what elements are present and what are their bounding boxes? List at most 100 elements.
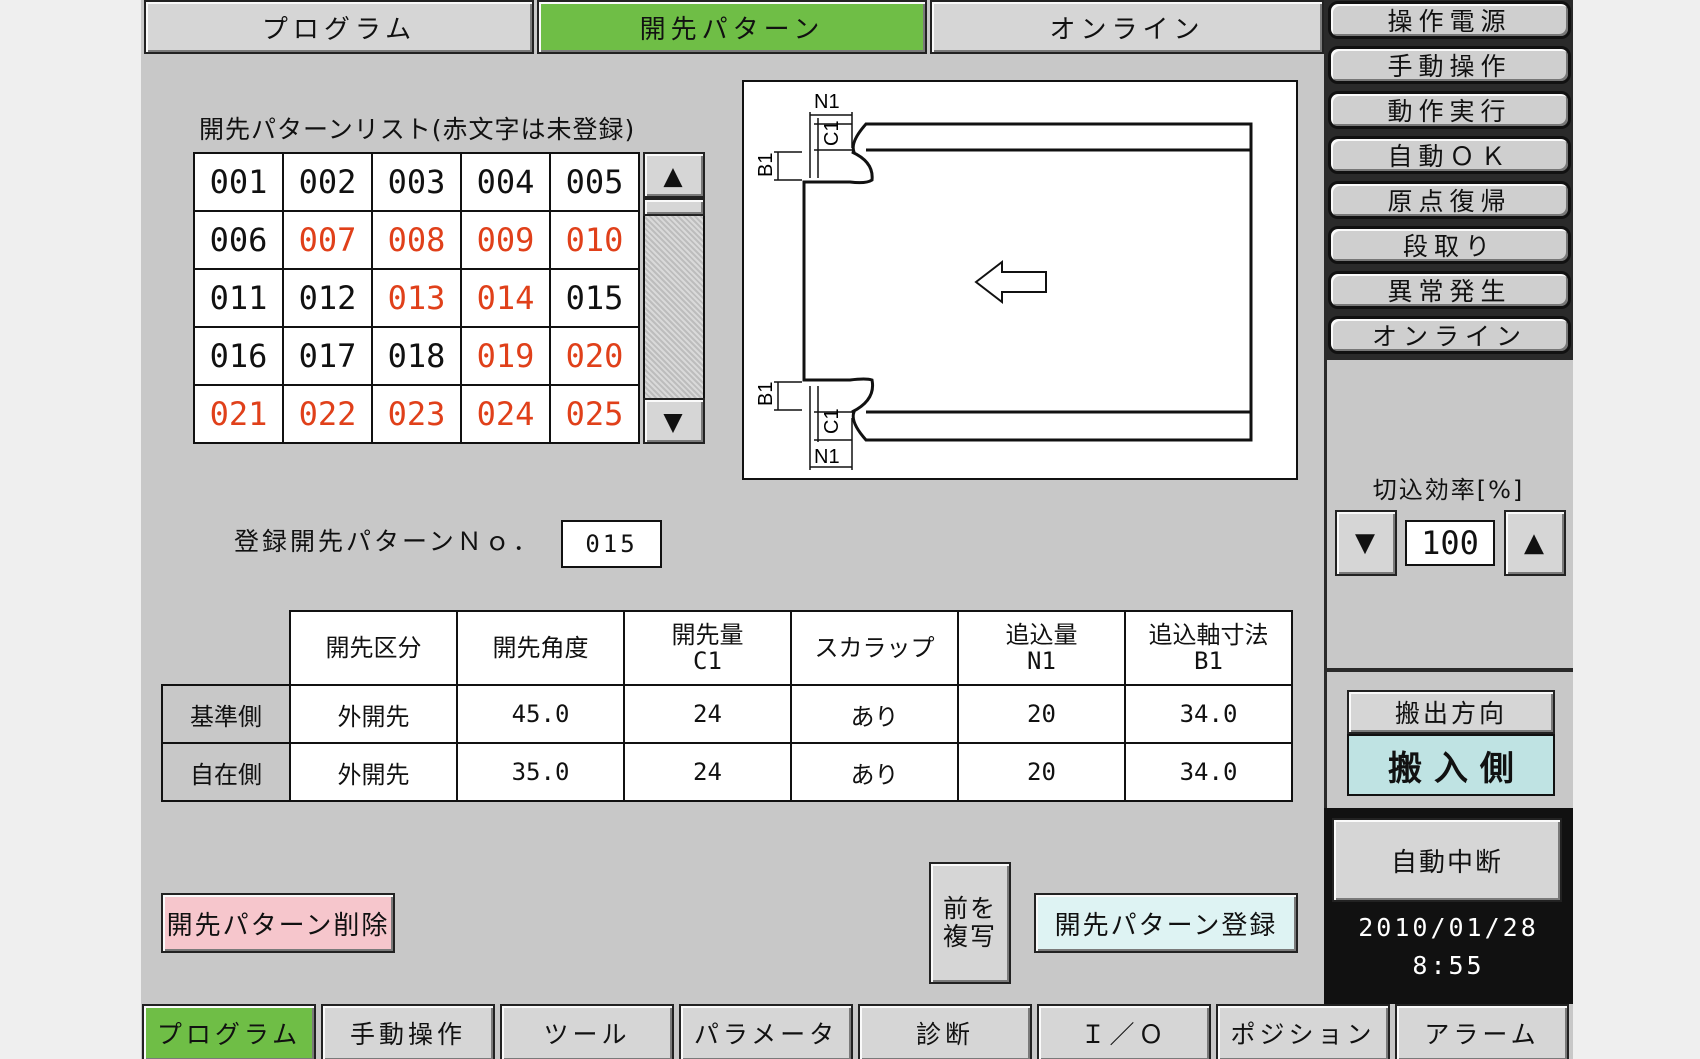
header-text: 開先角度	[492, 634, 589, 662]
status-auto-ok: 自動ＯＫ	[1328, 136, 1571, 174]
status-manual: 手動操作	[1328, 46, 1571, 84]
bottom-tab-alarm[interactable]: アラーム	[1395, 1004, 1569, 1059]
tab-groove-pattern[interactable]: 開先パターン	[537, 0, 927, 54]
triangle-down-icon: ▼	[663, 406, 685, 436]
status-online: オンライン	[1328, 316, 1571, 354]
bottom-tab-io[interactable]: Ｉ／Ｏ	[1037, 1004, 1211, 1059]
pattern-cell-023[interactable]: 023	[371, 384, 462, 444]
pattern-cell-005[interactable]: 005	[549, 152, 640, 212]
pattern-cell-003[interactable]: 003	[371, 152, 462, 212]
pattern-cell-010[interactable]: 010	[549, 210, 640, 270]
cell-push-amount[interactable]: 20	[957, 684, 1126, 744]
cell-groove-type[interactable]: 外開先	[289, 684, 458, 744]
cell-groove-amount[interactable]: 24	[623, 742, 792, 802]
delete-pattern-button[interactable]: 開先パターン削除	[161, 893, 395, 953]
status-origin: 原点復帰	[1328, 181, 1571, 219]
pattern-cell-008[interactable]: 008	[371, 210, 462, 270]
pattern-cell-014[interactable]: 014	[460, 268, 551, 328]
pattern-grid: 001 002 003 004 005 006 007 008 009 010 011 012 013 0…	[193, 152, 640, 444]
cut-efficiency-up-button[interactable]: ▲	[1504, 510, 1566, 576]
time-display: 8:55	[1412, 951, 1485, 980]
triangle-up-icon: ▲	[663, 160, 685, 190]
label-b1-bottom: B1	[755, 382, 777, 406]
pattern-cell-017[interactable]: 017	[282, 326, 373, 386]
registered-no-field[interactable]: 015	[561, 520, 662, 568]
direction-arrow-icon	[974, 259, 1047, 305]
pattern-cell-021[interactable]: 021	[193, 384, 284, 444]
header-subtext: C1	[693, 647, 722, 675]
pattern-cell-015[interactable]: 015	[549, 268, 640, 328]
triangle-up-icon: ▲	[1524, 528, 1546, 558]
auto-stop-button[interactable]: 自動中断	[1332, 818, 1562, 902]
cell-push-axis-size[interactable]: 34.0	[1124, 684, 1293, 744]
params-table: 開先区分 開先角度 開先量 C1 スカラップ 追込量 N1 追込軸寸法 B1 基準側 …	[161, 610, 1293, 802]
bottom-tab-diagnosis[interactable]: 診断	[858, 1004, 1032, 1059]
pattern-list-title: 開先パターンリスト(赤文字は未登録)	[199, 115, 636, 144]
pattern-cell-004[interactable]: 004	[460, 152, 551, 212]
register-pattern-button[interactable]: 開先パターン登録	[1034, 893, 1298, 953]
pattern-cell-024[interactable]: 024	[460, 384, 551, 444]
cut-efficiency-label: 切込効率[%]	[1372, 476, 1525, 504]
header-groove-type: 開先区分	[289, 610, 458, 686]
label-n1-bottom: N1	[814, 446, 840, 468]
cell-push-amount[interactable]: 20	[957, 742, 1126, 802]
pattern-cell-025[interactable]: 025	[549, 384, 640, 444]
pattern-row: 021 022 023 024 025	[193, 384, 640, 444]
header-push-axis-size: 追込軸寸法 B1	[1124, 610, 1293, 686]
label-n1-top: N1	[814, 91, 840, 113]
pattern-cell-002[interactable]: 002	[282, 152, 373, 212]
scroll-thumb[interactable]	[643, 198, 705, 216]
header-scallop: スカラップ	[790, 610, 959, 686]
header-push-amount: 追込量 N1	[957, 610, 1126, 686]
screen: プログラム 開先パターン オンライン 操作電源 手動操作 動作実行 自動ＯＫ 原…	[141, 0, 1573, 1059]
pattern-row: 001 002 003 004 005	[193, 152, 640, 212]
header-text: 開先量	[671, 621, 744, 649]
pattern-cell-009[interactable]: 009	[460, 210, 551, 270]
label-c1-bottom: C1	[821, 408, 843, 434]
status-power: 操作電源	[1328, 1, 1571, 39]
pattern-cell-001[interactable]: 001	[193, 152, 284, 212]
copy-button-line: 複写	[942, 922, 997, 951]
cell-groove-angle[interactable]: 45.0	[456, 684, 625, 744]
pattern-cell-019[interactable]: 019	[460, 326, 551, 386]
pattern-cell-012[interactable]: 012	[282, 268, 373, 328]
bottom-tab-parameter[interactable]: パラメータ	[679, 1004, 853, 1059]
header-groove-angle: 開先角度	[456, 610, 625, 686]
cell-groove-amount[interactable]: 24	[623, 684, 792, 744]
pattern-cell-018[interactable]: 018	[371, 326, 462, 386]
pattern-cell-020[interactable]: 020	[549, 326, 640, 386]
header-subtext: N1	[1027, 647, 1056, 675]
row-label-free: 自在側	[161, 742, 291, 802]
bottom-tab-tool[interactable]: ツール	[500, 1004, 674, 1059]
pattern-cell-007[interactable]: 007	[282, 210, 373, 270]
bottom-tab-position[interactable]: ポジション	[1216, 1004, 1390, 1059]
table-row: 自在側 外開先 35.0 24 あり 20 34.0	[161, 742, 1293, 802]
pattern-cell-006[interactable]: 006	[193, 210, 284, 270]
header-text: スカラップ	[814, 634, 935, 662]
bottom-tab-program[interactable]: プログラム	[142, 1004, 316, 1059]
cell-scallop[interactable]: あり	[790, 684, 959, 744]
date-display: 2010/01/28	[1358, 913, 1539, 942]
scroll-up-button[interactable]: ▲	[643, 152, 705, 198]
direction-toggle[interactable]: 搬 入 側	[1347, 734, 1555, 796]
cell-scallop[interactable]: あり	[790, 742, 959, 802]
pattern-row: 006 007 008 009 010	[193, 210, 640, 270]
cell-groove-type[interactable]: 外開先	[289, 742, 458, 802]
cell-push-axis-size[interactable]: 34.0	[1124, 742, 1293, 802]
tab-online[interactable]: オンライン	[930, 0, 1324, 54]
cut-efficiency-value[interactable]: 100	[1405, 520, 1495, 566]
cell-groove-angle[interactable]: 35.0	[456, 742, 625, 802]
bottom-tab-manual[interactable]: 手動操作	[321, 1004, 495, 1059]
status-running: 動作実行	[1328, 91, 1571, 129]
pattern-cell-022[interactable]: 022	[282, 384, 373, 444]
triangle-down-icon: ▼	[1355, 528, 1377, 558]
groove-diagram-svg: N1 C1 B1 B1 C1 N1	[755, 91, 1253, 470]
scroll-down-button[interactable]: ▼	[643, 398, 705, 444]
cut-efficiency-down-button[interactable]: ▼	[1335, 510, 1397, 576]
tab-program[interactable]: プログラム	[144, 0, 534, 54]
pattern-cell-016[interactable]: 016	[193, 326, 284, 386]
pattern-cell-011[interactable]: 011	[193, 268, 284, 328]
pattern-cell-013[interactable]: 013	[371, 268, 462, 328]
pattern-row: 016 017 018 019 020	[193, 326, 640, 386]
copy-previous-button[interactable]: 前を 複写	[929, 862, 1011, 984]
